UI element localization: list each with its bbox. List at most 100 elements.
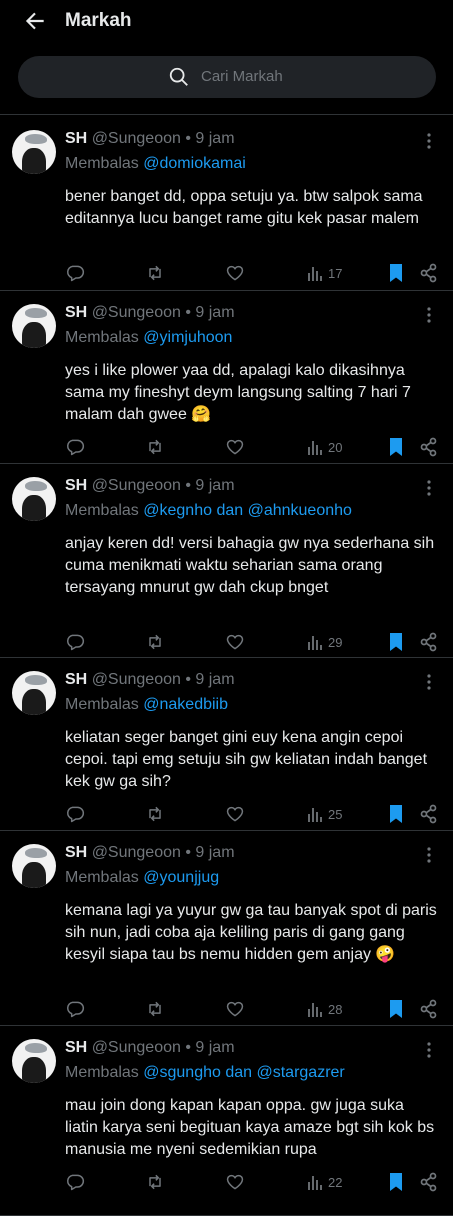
reply-icon[interactable] [65,998,85,1020]
retweet-icon[interactable] [145,1171,165,1193]
search-input[interactable]: Cari Markah [201,68,283,85]
avatar[interactable] [12,304,56,348]
views-stats[interactable]: 25 [307,803,342,825]
views-count: 28 [328,1001,343,1017]
user-handle[interactable]: @Sungeoon [92,130,181,147]
tweet-text: bener banget dd, oppa setuju ya. btw sal… [65,188,423,227]
avatar[interactable] [12,477,56,521]
retweet-icon[interactable] [145,436,165,458]
display-name[interactable]: SH [65,130,87,147]
retweet-icon[interactable] [145,998,165,1020]
views-count: 20 [328,439,343,455]
user-handle[interactable]: @Sungeoon [92,671,181,688]
avatar[interactable] [12,671,56,715]
like-heart-icon[interactable] [225,262,245,284]
tweet-actions: 22 [65,1171,445,1193]
retweet-icon[interactable] [145,803,165,825]
avatar[interactable] [12,844,56,888]
more-options-icon[interactable] [424,673,434,691]
reply-icon[interactable] [65,436,85,458]
like-heart-icon[interactable] [225,803,245,825]
tweet-header: SH @Sungeoon • 9 jam [65,304,235,322]
search-icon [169,67,188,86]
timestamp[interactable]: 9 jam [195,1039,234,1056]
display-name[interactable]: SH [65,844,87,861]
timestamp[interactable]: 9 jam [195,130,234,147]
retweet-icon[interactable] [145,631,165,653]
tweet[interactable]: SH @Sungeoon • 9 jam Membalas @nakedbiib… [0,657,453,831]
back-arrow-icon[interactable] [22,8,48,34]
tweet-text: kemana lagi ya yuyur gw ga tau banyak sp… [65,902,437,963]
reply-icon[interactable] [65,803,85,825]
more-options-icon[interactable] [424,306,434,324]
tweet-header: SH @Sungeoon • 9 jam [65,671,235,689]
display-name[interactable]: SH [65,477,87,494]
more-options-icon[interactable] [424,479,434,497]
share-icon[interactable] [420,262,438,284]
bookmark-icon[interactable] [388,1171,404,1193]
more-options-icon[interactable] [424,132,434,150]
reply-icon[interactable] [65,262,85,284]
reply-to-link[interactable]: @nakedbiib [143,696,228,713]
like-heart-icon[interactable] [225,436,245,458]
user-handle[interactable]: @Sungeoon [92,477,181,494]
tweet[interactable]: SH @Sungeoon • 9 jam Membalas @kegnho da… [0,463,453,658]
tweet[interactable]: SH @Sungeoon • 9 jam Membalas @yimjuhoon… [0,290,453,464]
bookmark-icon[interactable] [388,436,404,458]
reply-context: Membalas @kegnho dan @ahnkueonho [65,502,352,520]
tweet-actions: 20 [65,436,445,458]
views-stats[interactable]: 20 [307,436,342,458]
dot-separator: • [185,671,191,688]
views-stats[interactable]: 17 [307,262,342,284]
reply-to-link[interactable]: @younjjug [143,869,219,886]
views-stats[interactable]: 28 [307,998,342,1020]
share-icon[interactable] [420,998,438,1020]
search-bar[interactable]: Cari Markah [18,56,436,98]
timestamp[interactable]: 9 jam [195,671,234,688]
reply-to-link[interactable]: @domiokamai [143,155,246,172]
bookmark-icon[interactable] [388,803,404,825]
tweet-actions: 17 [65,262,445,284]
reply-to-link[interactable]: @yimjuhoon [143,329,232,346]
views-stats[interactable]: 22 [307,1171,342,1193]
share-icon[interactable] [420,631,438,653]
share-icon[interactable] [420,803,438,825]
reply-icon[interactable] [65,1171,85,1193]
timestamp[interactable]: 9 jam [195,477,234,494]
tweet[interactable]: SH @Sungeoon • 9 jam Membalas @domiokama… [0,116,453,291]
reply-icon[interactable] [65,631,85,653]
timestamp[interactable]: 9 jam [195,844,234,861]
user-handle[interactable]: @Sungeoon [92,304,181,321]
reply-to-link[interactable]: @sgungho dan @stargazrer [143,1064,344,1081]
user-handle[interactable]: @Sungeoon [92,844,181,861]
more-options-icon[interactable] [424,846,434,864]
tweet[interactable]: SH @Sungeoon • 9 jam Membalas @sgungho d… [0,1025,453,1216]
retweet-icon[interactable] [145,262,165,284]
display-name[interactable]: SH [65,304,87,321]
user-handle[interactable]: @Sungeoon [92,1039,181,1056]
reply-context: Membalas @nakedbiib [65,696,228,714]
display-name[interactable]: SH [65,671,87,688]
timestamp[interactable]: 9 jam [195,304,234,321]
like-heart-icon[interactable] [225,1171,245,1193]
tweet-text: yes i like plower yaa dd, apalagi kalo d… [65,362,411,423]
bookmark-icon[interactable] [388,262,404,284]
share-icon[interactable] [420,436,438,458]
more-options-icon[interactable] [424,1041,434,1059]
avatar[interactable] [12,1039,56,1083]
reply-context: Membalas @yimjuhoon [65,329,232,347]
display-name[interactable]: SH [65,1039,87,1056]
reply-prefix: Membalas [65,502,139,519]
tweet-header: SH @Sungeoon • 9 jam [65,477,235,495]
reply-to-link[interactable]: @kegnho dan @ahnkueonho [143,502,352,519]
like-heart-icon[interactable] [225,631,245,653]
dot-separator: • [185,304,191,321]
share-icon[interactable] [420,1171,438,1193]
avatar[interactable] [12,130,56,174]
page-title: Markah [65,10,132,31]
like-heart-icon[interactable] [225,998,245,1020]
tweet[interactable]: SH @Sungeoon • 9 jam Membalas @younjjug … [0,830,453,1026]
views-stats[interactable]: 29 [307,631,342,653]
bookmark-icon[interactable] [388,631,404,653]
bookmark-icon[interactable] [388,998,404,1020]
